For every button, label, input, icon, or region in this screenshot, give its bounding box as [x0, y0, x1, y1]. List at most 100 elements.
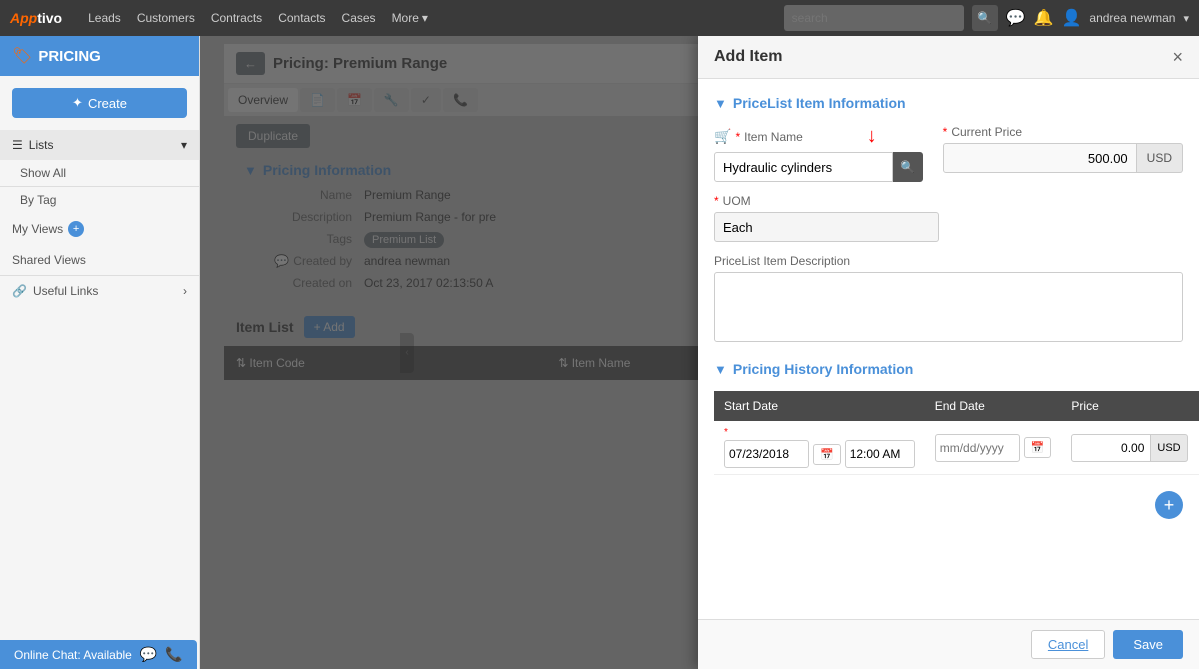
section1-label: PriceList Item Information: [733, 95, 906, 111]
description-group: PriceList Item Description: [714, 254, 1183, 345]
section2-label: Pricing History Information: [733, 361, 913, 377]
modal-footer: Cancel Save: [698, 619, 1199, 669]
desc-label: PriceList Item Description: [714, 254, 1183, 268]
col-price: Price: [1061, 391, 1197, 421]
nav-customers[interactable]: Customers: [137, 11, 195, 25]
online-chat-bar[interactable]: Online Chat: Available 💬 📞: [0, 640, 197, 669]
my-views-label: My Views: [12, 222, 63, 236]
uom-row: * UOM: [714, 194, 1183, 242]
item-name-input-group: 🔍: [714, 152, 923, 182]
price-hist-input[interactable]: [1071, 434, 1151, 462]
chat-bubble-icon[interactable]: 💬: [140, 646, 157, 663]
start-date-input[interactable]: [724, 440, 809, 468]
pricing-icon: 🏷: [12, 46, 32, 66]
current-price-group: * Current Price USD: [943, 125, 1183, 173]
history-table-body: * 📅 📅: [714, 421, 1199, 475]
item-name-search-button[interactable]: 🔍: [893, 152, 923, 182]
online-chat-label: Online Chat: Available: [14, 648, 132, 662]
section1-chevron-icon[interactable]: ▼: [714, 96, 727, 111]
chat-icon[interactable]: 💬: [1006, 8, 1026, 28]
top-nav: Apptivo Leads Customers Contracts Contac…: [0, 0, 1199, 36]
shared-views-label: Shared Views: [12, 253, 86, 267]
start-time-input[interactable]: [845, 440, 915, 468]
link-icon: 🔗: [12, 284, 27, 298]
sidebar-title: PRICING: [38, 48, 101, 65]
uom-input[interactable]: [714, 212, 939, 242]
my-views-add-icon[interactable]: +: [68, 221, 84, 237]
modal-close-button[interactable]: ×: [1172, 48, 1183, 66]
end-date-input[interactable]: [935, 434, 1020, 462]
lists-section: ☰ Lists ▾ Show All: [0, 130, 199, 187]
required-star-uom: *: [714, 194, 719, 208]
user-icon: 👤: [1061, 8, 1081, 28]
section2-header: ▼ Pricing History Information: [714, 361, 1183, 377]
add-history-row-button[interactable]: +: [1155, 491, 1183, 519]
modal-body: ▼ PriceList Item Information 🛒 * Item Na…: [698, 79, 1199, 619]
history-table-head: Start Date End Date Price Actions: [714, 391, 1199, 421]
lists-chevron-icon: ▾: [181, 138, 187, 152]
sidebar-useful-links[interactable]: 🔗 Useful Links ›: [0, 275, 199, 306]
sidebar-show-all[interactable]: Show All: [0, 160, 199, 186]
sidebar-header: 🏷 PRICING: [0, 36, 199, 76]
list-icon: ☰: [12, 138, 23, 152]
useful-links-label: Useful Links: [33, 284, 98, 298]
history-row-1: * 📅 📅: [714, 421, 1199, 475]
required-row-star: *: [724, 427, 915, 438]
current-price-input[interactable]: [943, 143, 1137, 173]
start-date-cell: * 📅: [714, 421, 925, 475]
start-date-group: 📅: [724, 440, 915, 468]
end-date-cell: 📅: [925, 421, 1062, 475]
nav-more[interactable]: More ▾: [392, 11, 428, 25]
app-logo: Apptivo: [10, 10, 62, 26]
end-date-cal-button[interactable]: 📅: [1024, 437, 1052, 458]
hist-currency-badge: USD: [1151, 434, 1187, 462]
modal-header: Add Item ×: [698, 36, 1199, 79]
nav-contracts[interactable]: Contracts: [211, 11, 262, 25]
search-button[interactable]: 🔍: [972, 5, 998, 31]
arrow-down-indicator: ↓: [867, 125, 877, 148]
add-row-container: +: [714, 483, 1183, 519]
main-wrapper: 🏷 PRICING ✦ Create ☰ Lists ▾ Show All By…: [0, 36, 1199, 669]
sidebar: 🏷 PRICING ✦ Create ☰ Lists ▾ Show All By…: [0, 36, 200, 669]
cancel-button[interactable]: Cancel: [1031, 630, 1105, 659]
sidebar-by-tag[interactable]: By Tag: [0, 187, 199, 213]
item-name-label: 🛒 * Item Name ↓: [714, 125, 923, 148]
history-table: Start Date End Date Price Actions *: [714, 391, 1199, 475]
nav-cases[interactable]: Cases: [342, 11, 376, 25]
save-button[interactable]: Save: [1113, 630, 1183, 659]
col-start-date: Start Date: [714, 391, 925, 421]
uom-label: * UOM: [714, 194, 939, 208]
cart-icon: 🛒: [714, 128, 731, 145]
phone-icon[interactable]: 📞: [165, 646, 182, 663]
required-star-name: *: [735, 130, 740, 144]
useful-links-chevron-icon: ›: [183, 284, 187, 298]
price-cell: USD: [1061, 421, 1197, 475]
item-name-input[interactable]: [714, 152, 893, 182]
user-dropdown-icon[interactable]: ▾: [1183, 12, 1189, 25]
uom-group: * UOM: [714, 194, 939, 242]
sidebar-shared-views[interactable]: Shared Views: [0, 245, 199, 275]
lists-label: Lists: [29, 138, 54, 152]
search-input[interactable]: [784, 5, 964, 31]
create-icon: ✦: [72, 95, 83, 111]
user-name[interactable]: andrea newman: [1089, 11, 1175, 25]
price-hist-group: USD: [1071, 434, 1187, 462]
sidebar-my-views[interactable]: My Views +: [0, 213, 199, 245]
col-end-date: End Date: [925, 391, 1062, 421]
bell-icon[interactable]: 🔔: [1034, 8, 1054, 28]
lists-header[interactable]: ☰ Lists ▾: [0, 130, 199, 160]
nav-leads[interactable]: Leads: [88, 11, 121, 25]
add-item-modal: Add Item × ▼ PriceList Item Information …: [698, 36, 1199, 669]
create-button[interactable]: ✦ Create: [12, 88, 187, 118]
section1-header: ▼ PriceList Item Information: [714, 95, 1183, 111]
currency-label: USD: [1137, 143, 1183, 173]
section2-chevron-icon[interactable]: ▼: [714, 362, 727, 377]
nav-contacts[interactable]: Contacts: [278, 11, 325, 25]
start-date-cal-button[interactable]: 📅: [813, 444, 841, 465]
end-date-group: 📅: [935, 434, 1052, 462]
description-textarea[interactable]: [714, 272, 1183, 342]
search-area: 🔍 💬 🔔 👤 andrea newman ▾: [784, 5, 1189, 31]
price-input-group: USD: [943, 143, 1183, 173]
item-name-group: 🛒 * Item Name ↓ 🔍: [714, 125, 923, 182]
create-label: Create: [88, 96, 127, 111]
